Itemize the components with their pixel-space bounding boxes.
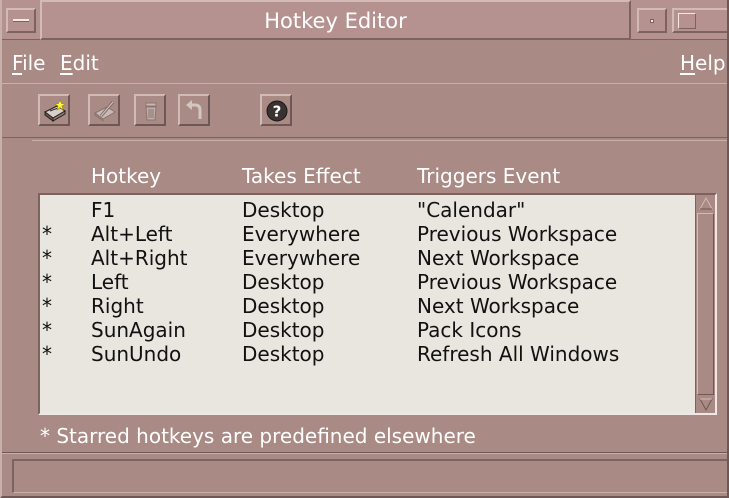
help-icon: ? <box>266 100 288 122</box>
takes-effect-cell: Desktop <box>242 342 325 366</box>
modify-hotkey-icon <box>94 101 116 122</box>
hotkey-row[interactable]: * Right Desktop Next Workspace <box>40 294 695 318</box>
predefined-star: * <box>42 270 52 294</box>
toolbar: ? <box>2 86 727 138</box>
new-hotkey-icon <box>44 99 66 122</box>
triggers-event-cell: Previous Workspace <box>417 222 618 246</box>
hotkey-row[interactable]: * SunAgain Desktop Pack Icons <box>40 318 695 342</box>
menu-edit[interactable]: Edit <box>60 51 99 75</box>
minimize-button[interactable] <box>637 8 667 33</box>
scrollbar-thumb[interactable] <box>697 213 714 395</box>
takes-effect-cell: Everywhere <box>242 222 361 246</box>
predefined-star: * <box>42 222 52 246</box>
triggers-event-cell: "Calendar" <box>417 198 526 222</box>
hotkey-row[interactable]: * Left Desktop Previous Workspace <box>40 270 695 294</box>
status-bar <box>12 459 727 493</box>
predefined-star: * <box>42 294 52 318</box>
triggers-event-cell: Next Workspace <box>417 294 580 318</box>
window-menu-icon <box>13 19 29 22</box>
menu-help[interactable]: Help <box>680 51 726 75</box>
menu-file[interactable]: File <box>12 51 45 75</box>
hotkey-cell: Alt+Left <box>91 222 173 246</box>
menu-edit-mnemonic: E <box>60 51 73 75</box>
help-button[interactable]: ? <box>260 94 292 126</box>
vertical-scrollbar[interactable] <box>695 195 715 413</box>
menu-edit-label: dit <box>72 51 99 75</box>
predefined-star: * <box>42 246 52 270</box>
maximize-button[interactable] <box>672 8 727 33</box>
takes-effect-cell: Everywhere <box>242 246 361 270</box>
toolbar-separator <box>32 140 727 141</box>
help-glyph: ? <box>273 103 282 121</box>
status-separator <box>2 452 727 454</box>
column-header-hotkey: Hotkey <box>91 164 162 188</box>
menu-help-mnemonic: H <box>680 51 696 75</box>
window-menu-button[interactable] <box>6 8 36 33</box>
new-hotkey-button[interactable] <box>38 94 70 126</box>
triggers-event-cell: Pack Icons <box>417 318 522 342</box>
predefined-star: * <box>42 318 52 342</box>
title-bar[interactable]: Hotkey Editor <box>2 0 727 40</box>
undo-icon <box>186 100 202 119</box>
takes-effect-cell: Desktop <box>242 198 325 222</box>
column-header-triggers-event: Triggers Event <box>417 164 561 188</box>
trash-can-icon <box>145 102 157 121</box>
menu-file-mnemonic: F <box>12 51 23 75</box>
hotkey-editor-window: Hotkey Editor File Edit Help ? Hotkey Ta… <box>0 0 729 498</box>
hotkey-cell: Alt+Right <box>91 246 188 270</box>
menu-file-label: ile <box>22 51 46 75</box>
minimize-icon <box>650 19 654 23</box>
predefined-star: * <box>42 342 52 366</box>
hotkey-cell: Left <box>91 270 129 294</box>
modify-hotkey-button[interactable] <box>88 94 120 126</box>
hotkey-row[interactable]: * Alt+Left Everywhere Previous Workspace <box>40 222 695 246</box>
triggers-event-cell: Next Workspace <box>417 246 580 270</box>
delete-hotkey-button[interactable] <box>134 94 166 126</box>
triggers-event-cell: Refresh All Windows <box>417 342 620 366</box>
hotkey-row[interactable]: * Alt+Right Everywhere Next Workspace <box>40 246 695 270</box>
hotkey-row[interactable]: * SunUndo Desktop Refresh All Windows <box>40 342 695 366</box>
hotkey-cell: F1 <box>91 198 116 222</box>
takes-effect-cell: Desktop <box>242 270 325 294</box>
scroll-up-icon[interactable] <box>698 196 714 212</box>
hotkey-cell: SunAgain <box>91 318 186 342</box>
menu-bar: File Edit Help <box>2 40 727 84</box>
takes-effect-cell: Desktop <box>242 294 325 318</box>
hotkey-list[interactable]: F1 Desktop "Calendar" * Alt+Left Everywh… <box>38 193 717 415</box>
undo-button[interactable] <box>178 94 210 126</box>
hotkey-cell: SunUndo <box>91 342 182 366</box>
hotkey-row[interactable]: F1 Desktop "Calendar" <box>40 198 695 222</box>
window-title: Hotkey Editor <box>40 0 631 40</box>
scroll-down-icon[interactable] <box>698 396 714 412</box>
maximize-icon <box>678 13 696 29</box>
menu-help-label: elp <box>695 51 726 75</box>
column-header-takes-effect: Takes Effect <box>242 164 361 188</box>
hotkey-cell: Right <box>91 294 144 318</box>
triggers-event-cell: Previous Workspace <box>417 270 618 294</box>
takes-effect-cell: Desktop <box>242 318 325 342</box>
starred-footnote: * Starred hotkeys are predefined elsewhe… <box>40 424 476 448</box>
